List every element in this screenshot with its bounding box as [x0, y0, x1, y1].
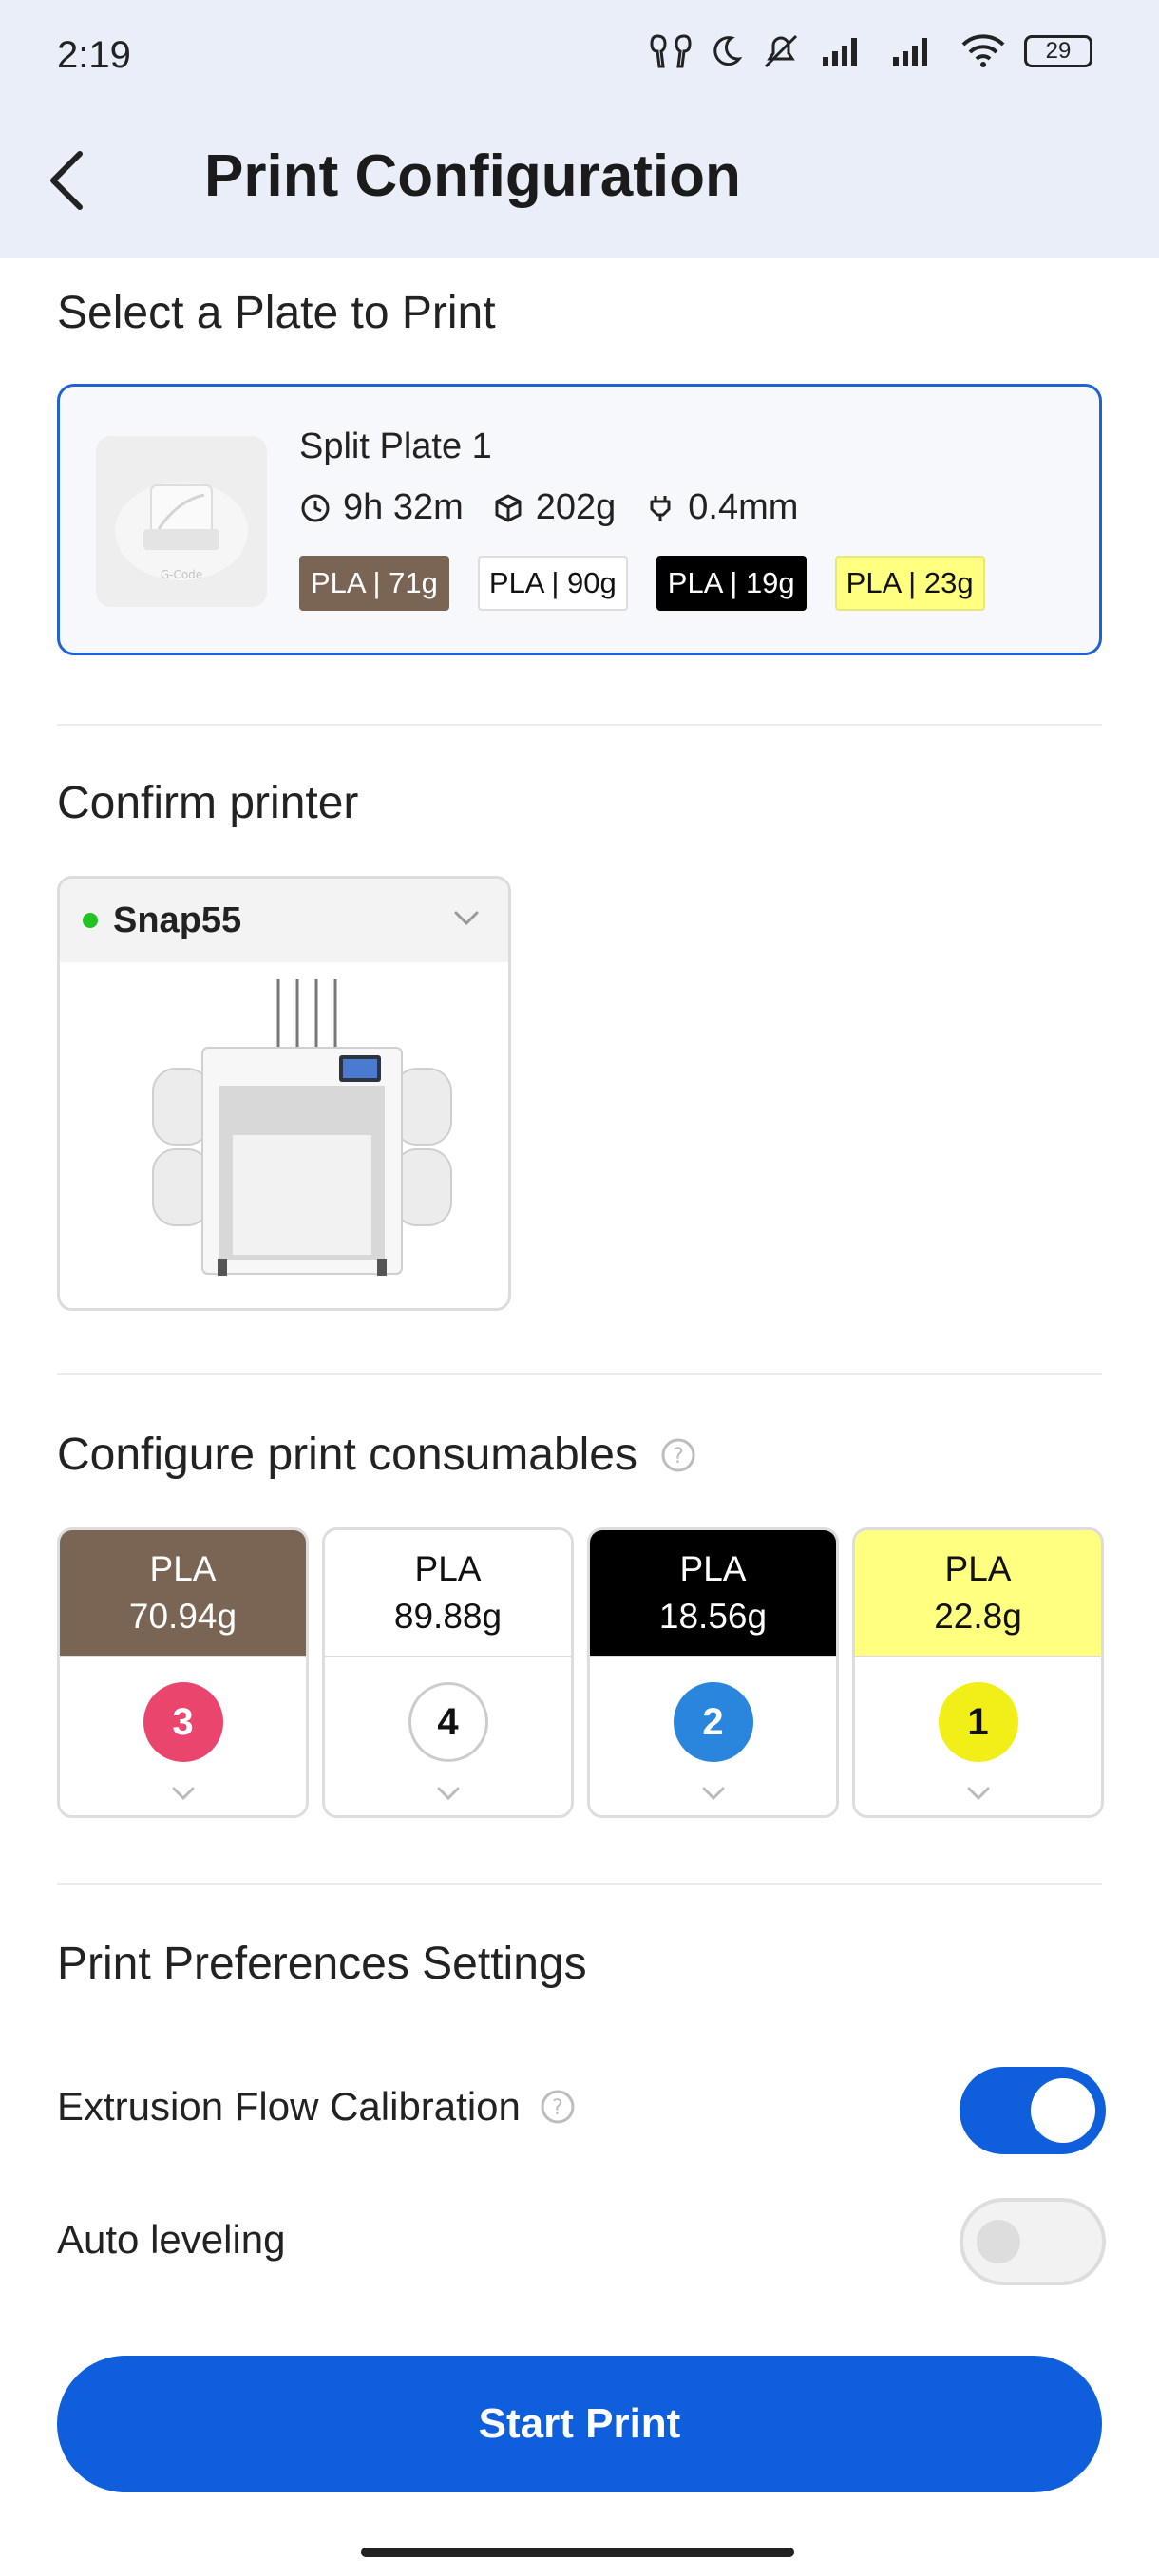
online-status-dot — [83, 913, 98, 928]
filament-chip: PLA | 23g — [834, 556, 985, 611]
filament-chip: PLA | 90g — [477, 556, 628, 611]
wifi-icon — [961, 34, 1005, 67]
printer-name: Snap55 — [113, 900, 242, 940]
chevron-down-icon — [702, 1787, 724, 1801]
earbuds-icon — [650, 34, 692, 68]
plate-section-title: Select a Plate to Print — [57, 288, 496, 338]
moon-icon — [713, 36, 743, 66]
consumable-weight: 18.56g — [658, 1597, 768, 1636]
cube-icon — [495, 494, 522, 521]
help-icon[interactable]: ? — [660, 1437, 696, 1473]
status-time: 2:19 — [57, 34, 131, 76]
back-button[interactable] — [38, 142, 95, 218]
consumable-material: PLA — [944, 1549, 1012, 1588]
print-time-stat: 9h 32m — [299, 487, 464, 528]
top-bar: 2:19 29 Print Configuration — [0, 0, 1159, 258]
consumable-material: PLA — [149, 1549, 217, 1588]
consumable-card[interactable]: PLA 70.94g 3 — [57, 1527, 309, 1818]
auto-leveling-label: Auto leveling — [57, 2217, 286, 2262]
consumables-row: PLA 70.94g 3 PLA 89.88g 4 PLA 18.56g 2 P… — [57, 1527, 1104, 1818]
gcode-thumbnail-icon: G-Code — [96, 436, 267, 607]
nozzle-icon — [650, 495, 671, 521]
plate-name: Split Plate 1 — [299, 426, 492, 466]
slot-badge: 4 — [408, 1682, 488, 1762]
clock-icon — [301, 494, 330, 521]
consumable-card[interactable]: PLA 18.56g 2 — [587, 1527, 839, 1818]
extrusion-calibration-label: Extrusion Flow Calibration — [57, 2084, 521, 2129]
filament-chips: PLA | 71g PLA | 90g PLA | 19g PLA | 23g — [299, 556, 985, 611]
divider — [57, 1373, 1102, 1375]
mute-icon — [764, 34, 798, 68]
preferences-section-title: Print Preferences Settings — [57, 1939, 587, 1989]
printer-section-title: Confirm printer — [57, 778, 359, 828]
auto-leveling-row: Auto leveling — [57, 2217, 286, 2263]
start-print-button[interactable]: Start Print — [57, 2356, 1102, 2492]
printer-image — [152, 979, 452, 1276]
print-time: 9h 32m — [343, 487, 464, 527]
print-weight: 202g — [535, 487, 617, 527]
printer-card[interactable]: Snap55 — [57, 876, 511, 1311]
consumable-header: PLA 18.56g — [590, 1530, 836, 1657]
plate-thumbnail: G-Code — [96, 436, 267, 607]
consumable-weight: 89.88g — [393, 1597, 503, 1636]
slot-badge: 1 — [938, 1682, 1018, 1762]
gcode-caption: G-Code — [161, 568, 202, 581]
page-title: Print Configuration — [204, 143, 741, 209]
chevron-down-icon — [967, 1787, 989, 1801]
consumables-section-title: Configure print consumables ? — [57, 1429, 696, 1481]
slot-badge: 2 — [673, 1682, 753, 1762]
svg-text:?: ? — [552, 2096, 563, 2120]
divider — [57, 1883, 1102, 1885]
extrusion-calibration-row: Extrusion Flow Calibration ? — [57, 2084, 576, 2130]
consumable-material: PLA — [679, 1549, 747, 1588]
chevron-down-icon — [437, 1787, 459, 1801]
nozzle-size: 0.4mm — [688, 487, 799, 527]
extrusion-calibration-toggle[interactable] — [960, 2067, 1106, 2154]
signal-icon — [823, 38, 857, 66]
consumable-header: PLA 22.8g — [855, 1530, 1101, 1657]
slot-badge: 3 — [142, 1682, 223, 1762]
consumable-card[interactable]: PLA 89.88g 4 — [322, 1527, 574, 1818]
printer-selector[interactable]: Snap55 — [60, 879, 508, 962]
filament-chip: PLA | 19g — [656, 556, 807, 611]
help-icon[interactable]: ? — [540, 2089, 576, 2125]
nozzle-stat: 0.4mm — [644, 487, 798, 528]
auto-leveling-toggle[interactable] — [960, 2198, 1106, 2285]
chevron-down-icon — [172, 1787, 194, 1801]
divider — [57, 724, 1102, 726]
battery-indicator: 29 — [1024, 35, 1092, 67]
consumable-material: PLA — [414, 1549, 482, 1588]
consumable-card[interactable]: PLA 22.8g 1 — [852, 1527, 1104, 1818]
chevron-down-icon — [454, 911, 479, 926]
consumable-weight: 22.8g — [934, 1597, 1022, 1636]
signal-icon-2 — [893, 38, 927, 66]
consumable-weight: 70.94g — [128, 1597, 238, 1636]
plate-stats: 9h 32m 202g 0.4mm — [299, 487, 798, 528]
status-icons: 29 — [650, 32, 1092, 70]
consumable-header: PLA 89.88g — [325, 1530, 571, 1657]
filament-chip: PLA | 71g — [299, 556, 449, 611]
plate-card[interactable]: G-Code Split Plate 1 9h 32m 202g 0.4mm P… — [57, 384, 1102, 655]
home-indicator[interactable] — [361, 2548, 794, 2557]
chevron-left-icon — [50, 151, 83, 210]
consumables-title-text: Configure print consumables — [57, 1430, 637, 1480]
consumable-header: PLA 70.94g — [60, 1530, 306, 1657]
weight-stat: 202g — [492, 487, 617, 528]
svg-text:?: ? — [673, 1445, 684, 1468]
